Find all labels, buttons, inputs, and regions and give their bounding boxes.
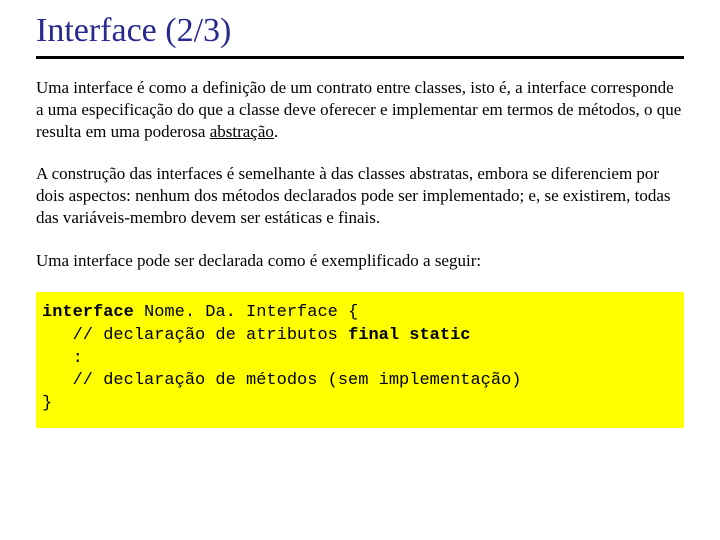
code-line-5: }: [42, 394, 52, 413]
paragraph-1: Uma interface é como a definição de um c…: [36, 77, 684, 143]
keyword-interface: interface: [42, 303, 134, 322]
paragraph-1-underline: abstração: [210, 122, 274, 141]
paragraph-3: Uma interface pode ser declarada como é …: [36, 250, 684, 272]
code-line-3: :: [42, 349, 83, 368]
code-block: interface Nome. Da. Interface { // decla…: [36, 292, 684, 429]
code-classname: Nome. Da. Interface {: [134, 303, 358, 322]
code-line-4: // declaração de métodos (sem implementa…: [42, 371, 521, 390]
paragraph-1-text-a: Uma interface é como a definição de um c…: [36, 78, 681, 141]
code-line-2a: // declaração de atributos: [42, 326, 348, 345]
keyword-final-static: final static: [348, 326, 470, 345]
paragraph-2: A construção das interfaces é semelhante…: [36, 163, 684, 229]
paragraph-1-text-b: .: [274, 122, 278, 141]
slide-title: Interface (2/3): [36, 12, 684, 59]
